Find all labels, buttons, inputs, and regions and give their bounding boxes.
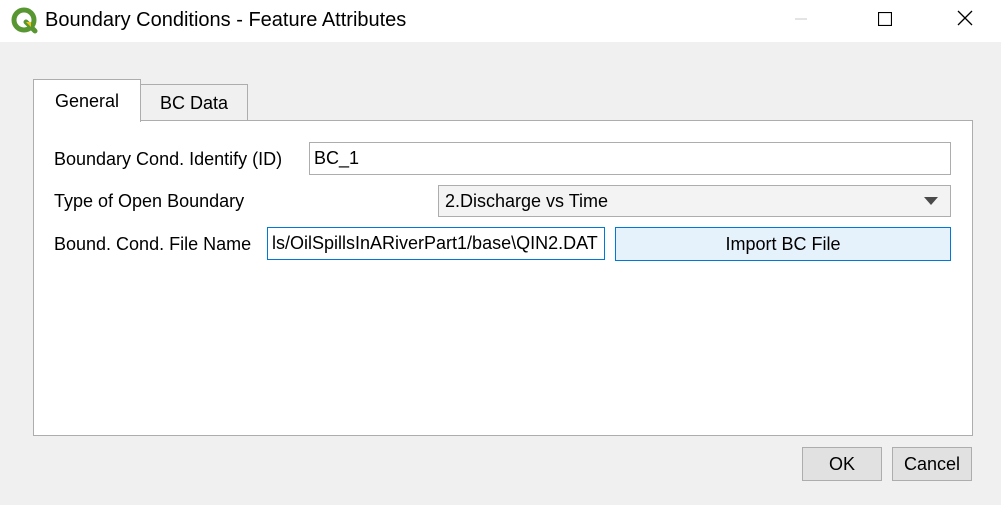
ok-button[interactable]: OK [802, 447, 882, 481]
maximize-button[interactable] [862, 0, 908, 40]
boundary-type-label: Type of Open Boundary [54, 191, 245, 211]
tab-bc-data[interactable]: BC Data [140, 84, 248, 121]
minimize-button[interactable] [778, 0, 824, 40]
title-bar: Boundary Conditions - Feature Attributes [0, 0, 1001, 42]
boundary-type-select[interactable]: 2.Discharge vs Time [438, 185, 951, 217]
file-name-input[interactable]: ls/OilSpillsInARiverPart1/base\QIN2.DAT [267, 227, 605, 260]
maximize-icon [877, 10, 893, 31]
qgis-logo-icon [11, 7, 39, 35]
close-icon [957, 10, 973, 31]
cancel-button[interactable]: Cancel [892, 447, 972, 481]
close-button[interactable] [942, 0, 988, 40]
file-name-value: ls/OilSpillsInARiverPart1/base\QIN2.DAT [272, 233, 598, 253]
bc-id-input[interactable] [309, 142, 951, 175]
minimize-icon [794, 10, 808, 31]
chevron-down-icon [924, 197, 938, 205]
file-name-label: Bound. Cond. File Name [54, 234, 252, 254]
import-bc-file-button[interactable]: Import BC File [615, 227, 951, 261]
tab-general[interactable]: General [33, 79, 141, 122]
boundary-type-value: 2.Discharge vs Time [445, 190, 609, 211]
window-title: Boundary Conditions - Feature Attributes [45, 9, 407, 31]
bc-id-label: Boundary Cond. Identify (ID) [54, 149, 283, 169]
